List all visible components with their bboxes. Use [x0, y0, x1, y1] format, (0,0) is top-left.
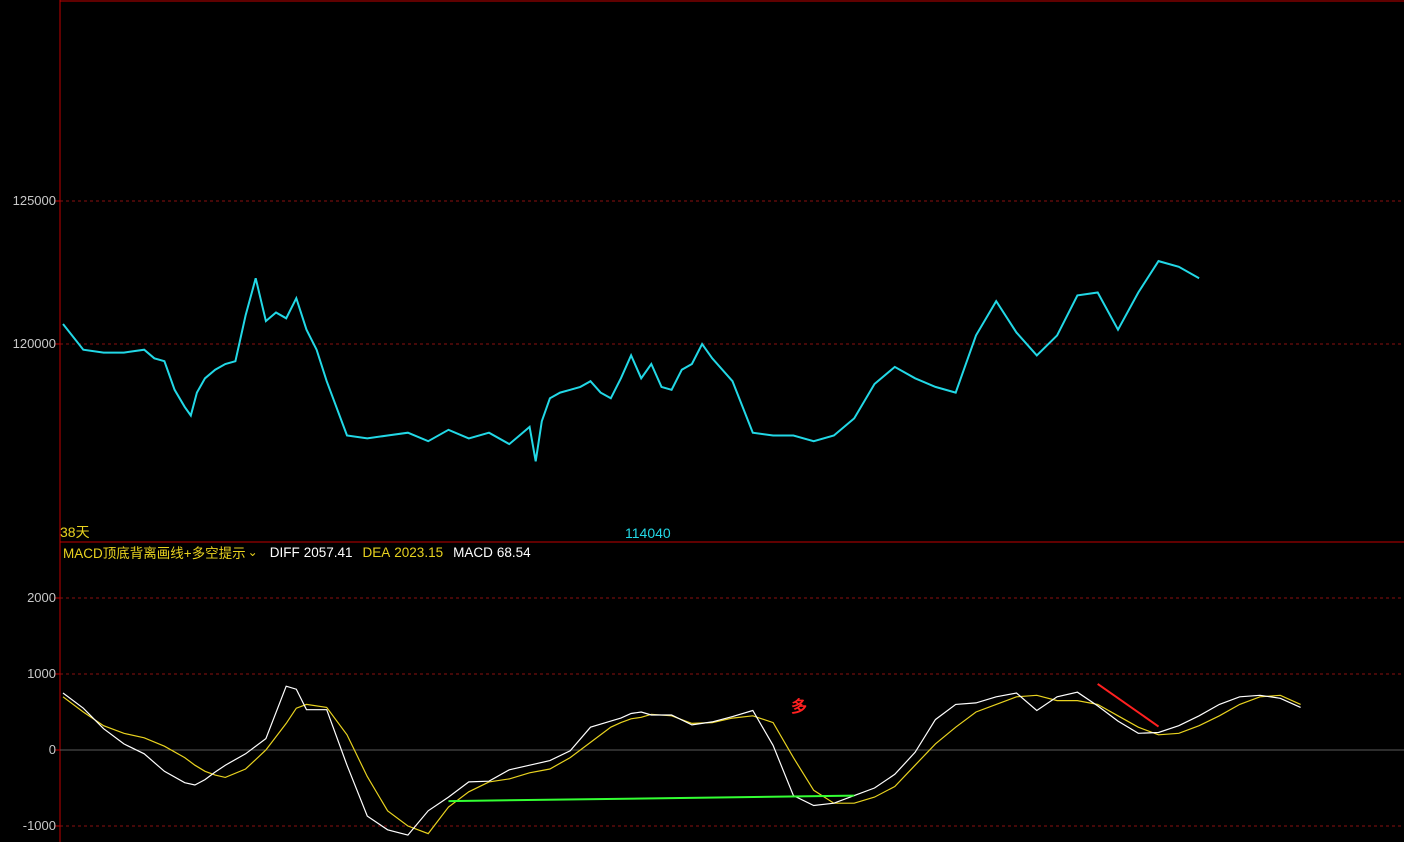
macd-tick-label: -1000 — [23, 818, 56, 833]
dea-line — [62, 694, 1301, 835]
dea-value: 2023.15 — [394, 544, 444, 560]
macd-grid — [60, 597, 1404, 827]
low-price-label: 114040 — [625, 525, 671, 541]
diff-line — [62, 685, 1301, 836]
price-grid — [60, 200, 1404, 345]
macd-tick-label: 1000 — [27, 666, 56, 681]
price-y-axis: 120000 125000 — [13, 193, 60, 351]
price-tick-label: 125000 — [13, 193, 56, 208]
chart-canvas: 120000 125000 -1000 0 1000 2000 38天 114040 多 — [13, 0, 1404, 842]
days-count-label: 38天 — [60, 524, 90, 540]
top-divergence-line — [1097, 683, 1160, 728]
dea-label: DEA — [362, 544, 391, 560]
macd-tick-label: 2000 — [27, 590, 56, 605]
macd-value: 68.54 — [496, 544, 531, 560]
chevron-down-icon[interactable]: ⌄ — [248, 545, 258, 559]
indicator-header: MACD顶底背离画线+多空提示 ⌄ DIFF 2057.41 DEA 2023.… — [63, 542, 541, 562]
macd-label: MACD — [453, 544, 493, 560]
bull-signal-label: 多 — [791, 697, 807, 716]
macd-tick-label: 0 — [49, 742, 56, 757]
price-tick-label: 120000 — [13, 336, 56, 351]
price-close-line — [62, 259, 1200, 462]
diff-label: DIFF — [269, 544, 300, 560]
diff-value: 2057.41 — [303, 544, 353, 560]
chart-frame — [59, 0, 1404, 842]
indicator-name[interactable]: MACD顶底背离画线+多空提示 — [63, 542, 246, 562]
macd-series — [62, 685, 1301, 836]
price-series — [62, 259, 1200, 462]
bottom-divergence-line — [448, 794, 855, 803]
macd-y-axis: -1000 0 1000 2000 — [23, 590, 60, 833]
